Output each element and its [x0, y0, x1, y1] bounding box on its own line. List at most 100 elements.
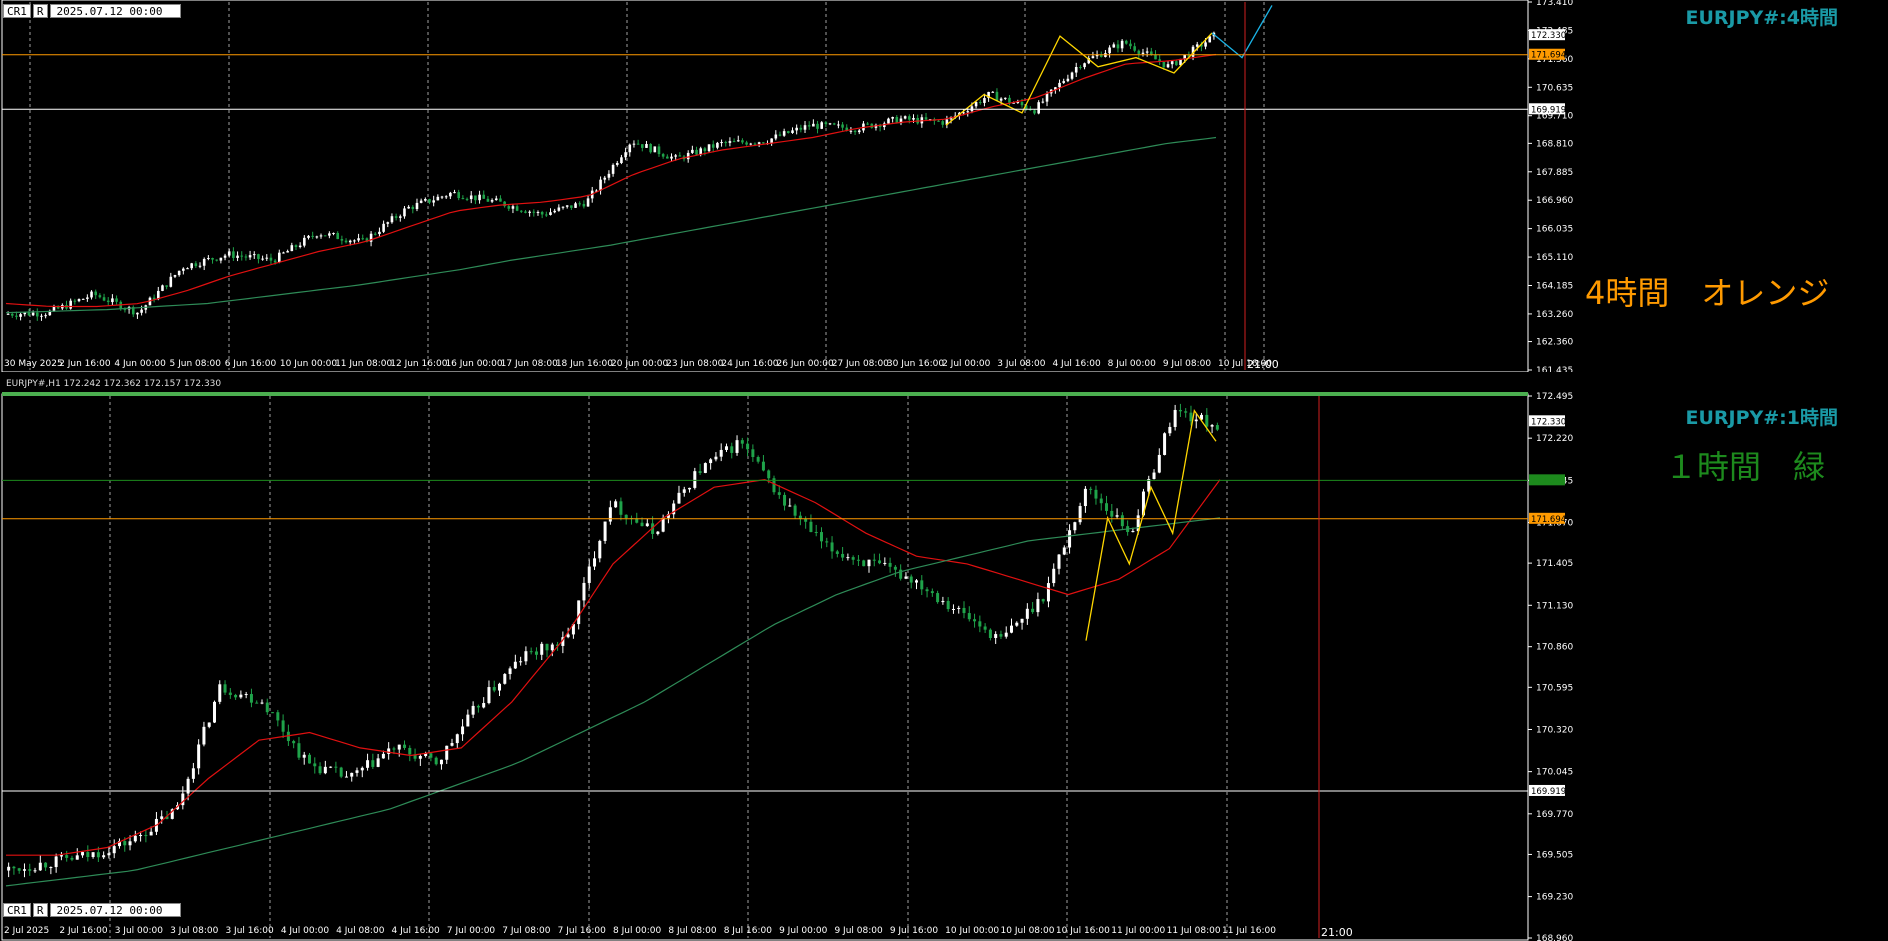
time-tick-label: 11 Jul 16:00 — [1222, 926, 1276, 936]
candle-body — [239, 694, 243, 698]
candle-body — [1003, 97, 1007, 99]
time-tick-label: 4 Jun 00:00 — [114, 359, 166, 369]
time-tick-label: 27 Jun 08:00 — [832, 359, 889, 369]
candle-body — [302, 754, 306, 758]
candle-body — [160, 816, 164, 819]
candle-body — [386, 222, 390, 224]
candle-body — [1010, 625, 1014, 633]
candle-body — [440, 196, 444, 198]
candle-body — [476, 705, 480, 708]
candle-body — [528, 211, 531, 213]
h1-cr-button[interactable]: CR1 — [3, 903, 31, 917]
h4-chart-canvas[interactable]: 30 May 20252 Jun 16:00 4 Jun 00:00 5 Jun 0… — [0, 0, 1888, 372]
h1-r-button[interactable]: R — [32, 903, 48, 917]
candle-body — [857, 130, 861, 133]
candle-body — [653, 146, 657, 153]
candle-body — [290, 245, 294, 252]
candle-body — [281, 720, 285, 732]
candle-body — [38, 862, 42, 871]
candle-body — [1204, 42, 1207, 47]
candle-body — [825, 541, 829, 543]
time-tick-label: 10 Jul 16:00 — [1056, 926, 1110, 936]
candle-body — [339, 767, 343, 777]
candle-body — [228, 692, 232, 695]
candle-body — [1094, 489, 1098, 499]
candle-body — [1205, 414, 1209, 427]
candle-body — [123, 309, 127, 311]
h4-chart-title: EURJPY#:4時間 — [1685, 7, 1838, 29]
candle-body — [202, 258, 206, 266]
candle-body — [545, 643, 549, 651]
candle-body — [98, 295, 102, 298]
candle-body — [490, 200, 494, 202]
candle-body — [344, 240, 348, 243]
chart-pane-h1[interactable]: 2 Jul 2025 2 Jul 16:00 3 Jul 00:00 3 Jul 08… — [0, 376, 1888, 941]
candle-body — [807, 125, 811, 127]
candle-body — [1120, 40, 1124, 49]
candle-body — [461, 726, 465, 735]
candle-body — [227, 251, 231, 256]
candle-body — [169, 276, 173, 287]
candle-body — [624, 514, 628, 519]
price-label-text: 171.694 — [1531, 515, 1566, 525]
candle-body — [578, 203, 582, 205]
plot-frame — [1, 393, 1529, 941]
candle-body — [607, 173, 611, 178]
candle-body — [582, 203, 586, 207]
h1-chart-canvas[interactable]: 2 Jul 2025 2 Jul 16:00 3 Jul 00:00 3 Jul 08… — [0, 376, 1888, 941]
candle-body — [632, 143, 636, 145]
candle-body — [382, 223, 385, 232]
candle-body — [793, 505, 797, 516]
candle-body — [329, 766, 333, 768]
candle-body — [686, 152, 690, 160]
candle-body — [260, 702, 264, 704]
candle-body — [70, 857, 74, 860]
candle-body — [1062, 81, 1066, 83]
candle-body — [628, 144, 632, 153]
candle-body — [966, 111, 970, 113]
candle-body — [418, 755, 422, 759]
candle-body — [394, 216, 398, 218]
time-tick-label: 11 Jun 08:00 — [335, 359, 392, 369]
candle-body — [1189, 412, 1193, 422]
candle-body — [577, 600, 581, 625]
candle-body — [1091, 56, 1095, 59]
candle-body — [1045, 93, 1049, 102]
candle-body — [77, 299, 81, 302]
candle-body — [269, 257, 273, 261]
candle-body — [336, 232, 340, 240]
price-tick-label: 170.860 — [1536, 643, 1573, 653]
h4-cr-button[interactable]: CR1 — [3, 4, 31, 18]
candle-body — [1133, 46, 1136, 51]
candle-body — [803, 125, 807, 130]
ma-slow-line — [5, 136, 1217, 314]
candle-body — [709, 459, 713, 464]
h4-r-button[interactable]: R — [32, 4, 48, 18]
candle-body — [273, 260, 277, 263]
candle-body — [398, 216, 402, 218]
candle-body — [439, 759, 443, 765]
time-tick-label: 3 Jul 00:00 — [115, 926, 164, 936]
candle-body — [311, 235, 314, 237]
candle-body — [408, 747, 412, 755]
candle-body — [1074, 67, 1078, 73]
time-tick-label: 11 Jul 08:00 — [1167, 926, 1221, 936]
candle-body — [244, 256, 248, 258]
price-tick-label: 165.110 — [1536, 253, 1573, 263]
candle-body — [450, 743, 454, 746]
candle-body — [323, 235, 327, 237]
candle-body — [677, 492, 681, 504]
candle-body — [699, 148, 703, 155]
candle-body — [75, 855, 79, 860]
time-tick-label: 8 Jul 16:00 — [724, 926, 773, 936]
candle-body — [240, 255, 244, 257]
chart-pane-h4[interactable]: 30 May 2025 2 Jun 16:00 4 Jun 00:00 5 Jun 0… — [0, 0, 1888, 372]
candle-body — [319, 235, 323, 237]
candle-body — [436, 196, 440, 201]
candle-body — [234, 694, 238, 698]
candle-body — [698, 471, 702, 473]
candle-body — [303, 237, 306, 246]
candle-body — [820, 122, 824, 129]
candle-body — [1124, 40, 1128, 44]
candle-body — [197, 744, 201, 769]
